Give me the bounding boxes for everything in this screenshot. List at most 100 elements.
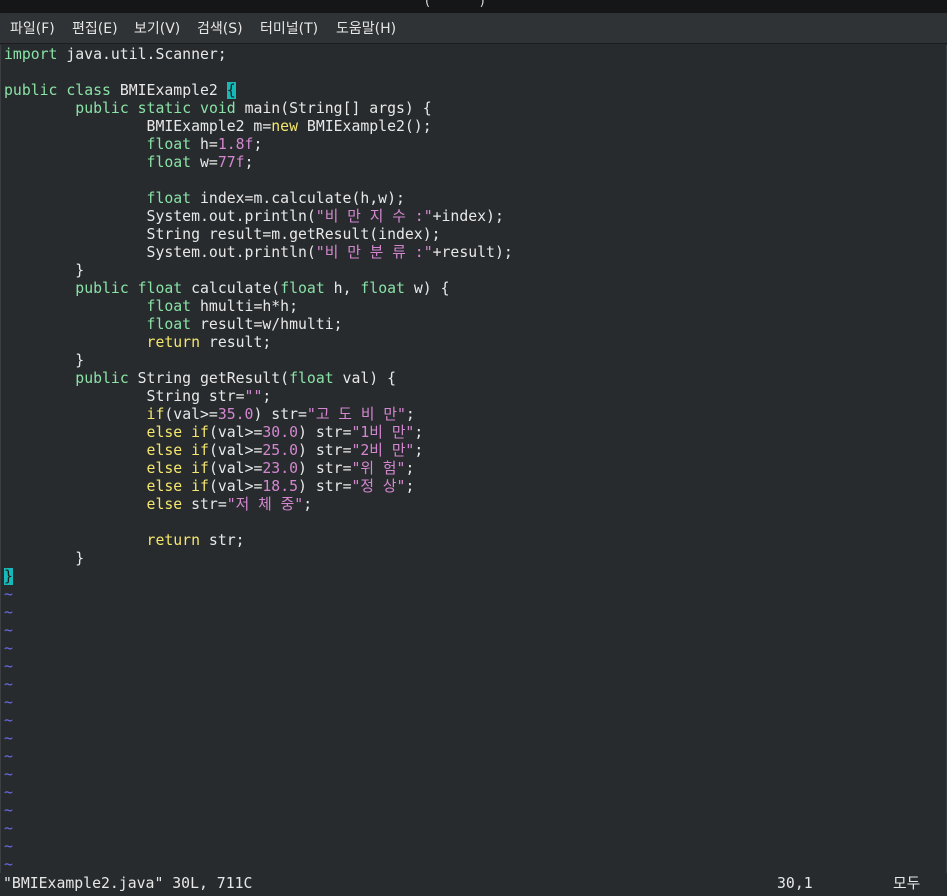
empty-line-tilde: ~: [4, 766, 13, 783]
code-token: String str=: [4, 388, 245, 405]
code-token: hmulti=h*h;: [191, 298, 298, 315]
terminal-window: ( ) 파일(F) 편집(E) 보기(V) 검색(S) 터미널(T) 도움말(H…: [0, 0, 947, 896]
code-token: 35.0: [217, 406, 254, 423]
code-token: (val>=: [208, 460, 263, 477]
code-line: }: [4, 568, 513, 586]
code-token: if: [146, 406, 165, 423]
vim-status-line: "BMIExample2.java" 30L, 711C 30,1 모두: [0, 873, 947, 896]
code-token: ) str=: [253, 406, 307, 423]
code-line: float hmulti=h*h;: [4, 298, 513, 316]
code-token: "1비 만": [351, 424, 415, 441]
empty-line-tilde: ~: [4, 712, 13, 729]
code-line: import java.util.Scanner;: [4, 46, 513, 64]
code-token: (val>=: [208, 424, 263, 441]
empty-line-tilde: ~: [4, 856, 13, 873]
cursor-position: 30,1: [777, 875, 813, 892]
code-token: str;: [200, 532, 245, 549]
code-token: 77f: [217, 154, 245, 171]
code-token: return: [146, 532, 200, 549]
code-token: str=: [182, 496, 227, 513]
code-token: return: [146, 334, 200, 351]
code-token: w=: [191, 154, 218, 171]
code-token: ;: [253, 136, 263, 153]
code-token: val) {: [333, 370, 396, 387]
vim-editor-area[interactable]: import java.util.Scanner; public class B…: [0, 45, 947, 873]
empty-line-tilde: ~: [4, 784, 13, 801]
window-title: ( ): [425, 0, 485, 9]
code-token: "": [244, 388, 263, 405]
code-line: else str="저 체 중";: [4, 496, 513, 514]
code-token: void: [200, 100, 236, 117]
code-token: BMIExample2();: [298, 118, 432, 135]
code-token: }: [4, 262, 85, 279]
empty-line-tilde: ~: [4, 640, 13, 657]
empty-line-tilde: ~: [4, 694, 13, 711]
menu-bar: 파일(F) 편집(E) 보기(V) 검색(S) 터미널(T) 도움말(H): [0, 13, 947, 44]
code-line: float result=w/hmulti;: [4, 316, 513, 334]
empty-line-tilde: ~: [4, 586, 13, 603]
code-token: ) str=: [298, 424, 352, 441]
code-line: else if(val>=18.5) str="정 상";: [4, 478, 513, 496]
code-token: if: [191, 460, 209, 477]
code-token: public: [75, 370, 129, 387]
empty-line-tilde: ~: [4, 622, 13, 639]
empty-line-tilde: ~: [4, 748, 13, 765]
file-info: "BMIExample2.java" 30L, 711C: [3, 875, 253, 892]
code-token: import: [4, 46, 58, 63]
code-token: ) str=: [298, 442, 352, 459]
code-token: "위 험": [351, 460, 406, 477]
code-line: }: [4, 352, 513, 370]
code-token: "2비 만": [351, 442, 415, 459]
menu-terminal[interactable]: 터미널(T): [260, 20, 318, 38]
code-token: result;: [200, 334, 272, 351]
code-token: float: [146, 190, 192, 207]
code-line: System.out.println("비 만 지 수 :"+index);: [4, 208, 513, 226]
menu-file[interactable]: 파일(F): [10, 20, 55, 38]
code-line: float w=77f;: [4, 154, 513, 172]
code-token: float: [146, 154, 192, 171]
menu-search[interactable]: 검색(S): [197, 20, 243, 38]
code-token: "고 도 비 만": [306, 406, 406, 423]
empty-line-tilde: ~: [4, 838, 13, 855]
code-line: else if(val>=23.0) str="위 험";: [4, 460, 513, 478]
code-token: if: [191, 424, 209, 441]
code-token: "비 만 분 류 :": [315, 244, 433, 261]
empty-line-tilde: ~: [4, 730, 13, 747]
code-line: BMIExample2 m=new BMIExample2();: [4, 118, 513, 136]
code-token: +index);: [432, 208, 504, 225]
code-token: ;: [405, 478, 415, 495]
code-token: float: [360, 280, 405, 297]
code-line: else if(val>=25.0) str="2비 만";: [4, 442, 513, 460]
code-line: String str="";: [4, 388, 513, 406]
code-line: System.out.println("비 만 분 류 :"+result);: [4, 244, 513, 262]
code-token: else: [146, 496, 183, 513]
code-token: "비 만 지 수 :": [315, 208, 433, 225]
menu-edit[interactable]: 편집(E): [72, 20, 118, 38]
empty-line-tilde: ~: [4, 802, 13, 819]
code-line: return str;: [4, 532, 513, 550]
code-token: public: [75, 100, 129, 117]
empty-line-tilde: ~: [4, 820, 13, 837]
code-line: else if(val>=30.0) str="1비 만";: [4, 424, 513, 442]
code-token: else: [146, 442, 183, 459]
code-line: String result=m.getResult(index);: [4, 226, 513, 244]
menu-view[interactable]: 보기(V): [134, 20, 180, 38]
menu-help[interactable]: 도움말(H): [336, 20, 396, 38]
